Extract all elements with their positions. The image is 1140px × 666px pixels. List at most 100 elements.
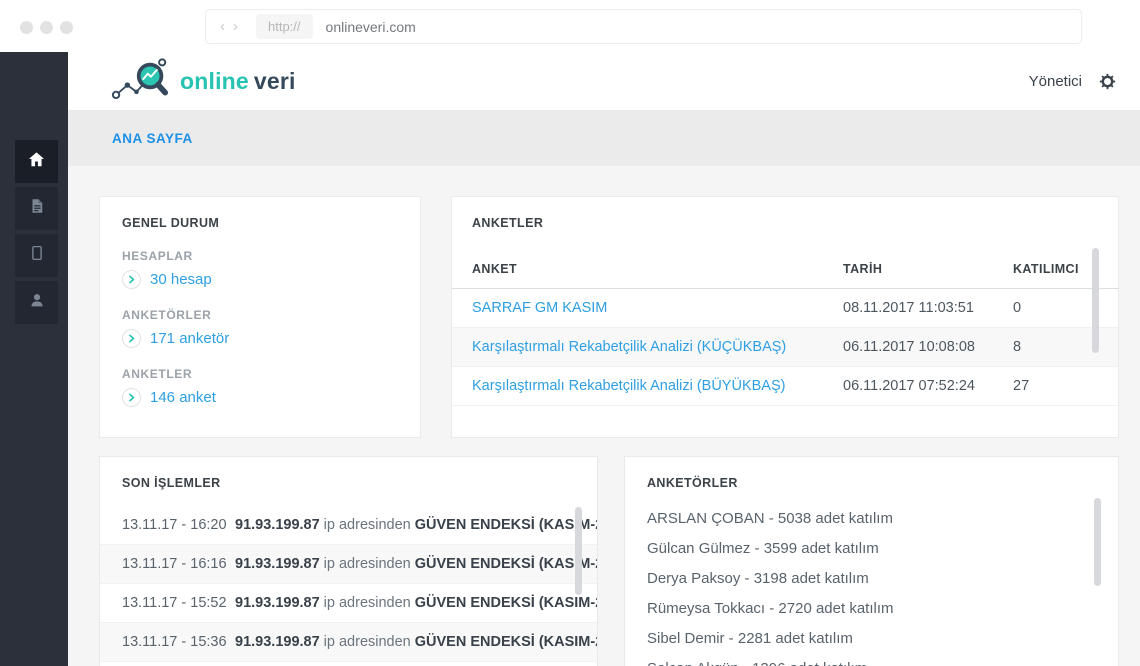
log-date: 13.11.17 - 16:16 — [122, 556, 235, 572]
log-text: ip adresinden — [324, 634, 411, 650]
url-text[interactable]: onlineveri.com — [326, 19, 416, 35]
protocol-chip: http:// — [256, 14, 313, 39]
panel-anketorler: ANKETÖRLER ARSLAN ÇOBAN - 5038 adet katı… — [625, 457, 1118, 666]
logo-magnifier-icon — [110, 55, 172, 108]
person-list: ARSLAN ÇOBAN - 5038 adet katılım Gülcan … — [647, 503, 1096, 666]
stat-value[interactable]: 171 anketör — [150, 330, 229, 347]
logo-text-online: online — [180, 68, 249, 94]
log-text: ip adresinden — [324, 517, 411, 533]
logo-text: onlineveri — [180, 68, 296, 95]
window-dot-icon[interactable] — [40, 21, 53, 34]
list-item: Rümeysa Tokkacı - 2720 adet katılım — [647, 593, 1096, 623]
scrollbar[interactable] — [575, 507, 582, 595]
browser-bar: ‹ › http:// onlineveri.com — [0, 0, 1140, 52]
stat-link-anketler[interactable]: 146 anket — [122, 388, 398, 407]
log-survey: GÜVEN ENDEKSİ (KASIM-20 — [415, 634, 597, 650]
log-ip: 91.93.199.87 — [235, 595, 320, 611]
log-date: 13.11.17 - 15:52 — [122, 595, 235, 611]
log-survey: GÜVEN ENDEKSİ (KASIM-20 — [415, 517, 597, 533]
panel-genel-durum: GENEL DURUM HESAPLAR 30 hesap ANKETÖRLER… — [100, 197, 420, 437]
chevron-right-icon — [122, 388, 141, 407]
home-icon — [27, 150, 46, 174]
stat-label: HESAPLAR — [122, 249, 398, 263]
window-dot-icon[interactable] — [60, 21, 73, 34]
logo[interactable]: onlineveri — [110, 55, 296, 108]
log-text: ip adresinden — [324, 556, 411, 572]
sidebar-item-documents[interactable] — [15, 187, 58, 230]
log-row: 13.11.17 - 16:20 91.93.199.87 ip adresin… — [100, 506, 597, 545]
sidebar-item-users[interactable] — [15, 281, 58, 324]
table-header-row: ANKET TARİH KATILIMCI — [452, 249, 1118, 289]
stat-anketler: ANKETLER 146 anket — [122, 367, 398, 407]
sidebar-item-home[interactable] — [15, 140, 58, 183]
list-item: Sibel Demir - 2281 adet katılım — [647, 623, 1096, 653]
panel-title: GENEL DURUM — [122, 216, 398, 230]
stat-link-hesaplar[interactable]: 30 hesap — [122, 270, 398, 289]
log-text: ip adresinden — [324, 595, 411, 611]
log-row: 13.11.17 - 15:52 91.93.199.87 ip adresin… — [100, 584, 597, 623]
log-ip: 91.93.199.87 — [235, 634, 320, 650]
stat-label: ANKETLER — [122, 367, 398, 381]
survey-date: 06.11.2017 10:08:08 — [843, 339, 1013, 355]
log-row: 13.11.17 - 16:16 91.93.199.87 ip adresin… — [100, 545, 597, 584]
tablet-icon — [28, 244, 46, 267]
panel-title: ANKETÖRLER — [647, 476, 1096, 490]
stat-label: ANKETÖRLER — [122, 308, 398, 322]
survey-link[interactable]: Karşılaştırmalı Rekabetçilik Analizi (BÜ… — [472, 378, 843, 394]
url-bar[interactable]: ‹ › http:// onlineveri.com — [205, 9, 1082, 44]
window-dot-icon[interactable] — [20, 21, 33, 34]
gear-icon[interactable] — [1099, 73, 1116, 90]
scrollbar[interactable] — [1092, 248, 1099, 353]
stat-value[interactable]: 146 anket — [150, 389, 216, 406]
list-item: Selcan Akgün - 1396 adet katılım — [647, 653, 1096, 666]
list-item: ARSLAN ÇOBAN - 5038 adet katılım — [647, 503, 1096, 533]
table-row: Karşılaştırmalı Rekabetçilik Analizi (KÜ… — [452, 328, 1118, 367]
page: ‹ › http:// onlineveri.com — [0, 0, 1140, 666]
log-ip: 91.93.199.87 — [235, 517, 320, 533]
app-header: onlineveri Yönetici — [68, 52, 1140, 110]
sidebar — [0, 52, 68, 666]
list-item: Gülcan Gülmez - 3599 adet katılım — [647, 533, 1096, 563]
breadcrumb[interactable]: ANA SAYFA — [112, 131, 193, 146]
panel-son-islemler: SON İŞLEMLER 13.11.17 - 16:20 91.93.199.… — [100, 457, 597, 666]
table-row: Karşılaştırmalı Rekabetçilik Analizi (BÜ… — [452, 367, 1118, 406]
anketler-table: ANKET TARİH KATILIMCI SARRAF GM KASIM 08… — [452, 249, 1118, 406]
panel-title: ANKETLER — [452, 216, 1118, 230]
log-ip: 91.93.199.87 — [235, 556, 320, 572]
window-controls — [20, 21, 73, 34]
forward-icon[interactable]: › — [229, 19, 242, 34]
sidebar-item-devices[interactable] — [15, 234, 58, 277]
logo-text-veri: veri — [254, 68, 296, 94]
scrollbar[interactable] — [1094, 498, 1101, 586]
column-header-tarih: TARİH — [843, 262, 1013, 276]
log-survey: GÜVEN ENDEKSİ (KASIM-20 — [415, 556, 597, 572]
survey-date: 08.11.2017 11:03:51 — [843, 300, 1013, 316]
survey-link[interactable]: Karşılaştırmalı Rekabetçilik Analizi (KÜ… — [472, 339, 843, 355]
log-date: 13.11.17 - 16:20 — [122, 517, 235, 533]
panel-title: SON İŞLEMLER — [100, 476, 597, 490]
stat-link-anketorler[interactable]: 171 anketör — [122, 329, 398, 348]
user-menu[interactable]: Yönetici — [1029, 73, 1082, 90]
header-right: Yönetici — [1029, 73, 1116, 90]
breadcrumb-bar: ANA SAYFA — [68, 110, 1140, 166]
log-survey: GÜVEN ENDEKSİ (KASIM-20 — [415, 595, 597, 611]
stat-hesaplar: HESAPLAR 30 hesap — [122, 249, 398, 289]
document-icon — [28, 197, 46, 220]
log-row: 13.11.17 - 15:36 91.93.199.87 ip adresin… — [100, 623, 597, 662]
chevron-right-icon — [122, 329, 141, 348]
stat-anketorler: ANKETÖRLER 171 anketör — [122, 308, 398, 348]
list-item: Derya Paksoy - 3198 adet katılım — [647, 563, 1096, 593]
survey-link[interactable]: SARRAF GM KASIM — [472, 300, 843, 316]
user-icon — [28, 291, 46, 314]
table-body: SARRAF GM KASIM 08.11.2017 11:03:51 0 Ka… — [452, 289, 1118, 406]
survey-participants: 27 — [1013, 378, 1113, 394]
column-header-anket: ANKET — [472, 262, 843, 276]
log-list: 13.11.17 - 16:20 91.93.199.87 ip adresin… — [100, 506, 597, 662]
log-date: 13.11.17 - 15:36 — [122, 634, 235, 650]
panel-anketler: ANKETLER ANKET TARİH KATILIMCI SARRAF GM… — [452, 197, 1118, 437]
survey-date: 06.11.2017 07:52:24 — [843, 378, 1013, 394]
stat-value[interactable]: 30 hesap — [150, 271, 212, 288]
table-row: SARRAF GM KASIM 08.11.2017 11:03:51 0 — [452, 289, 1118, 328]
chevron-right-icon — [122, 270, 141, 289]
back-icon[interactable]: ‹ — [216, 19, 229, 34]
